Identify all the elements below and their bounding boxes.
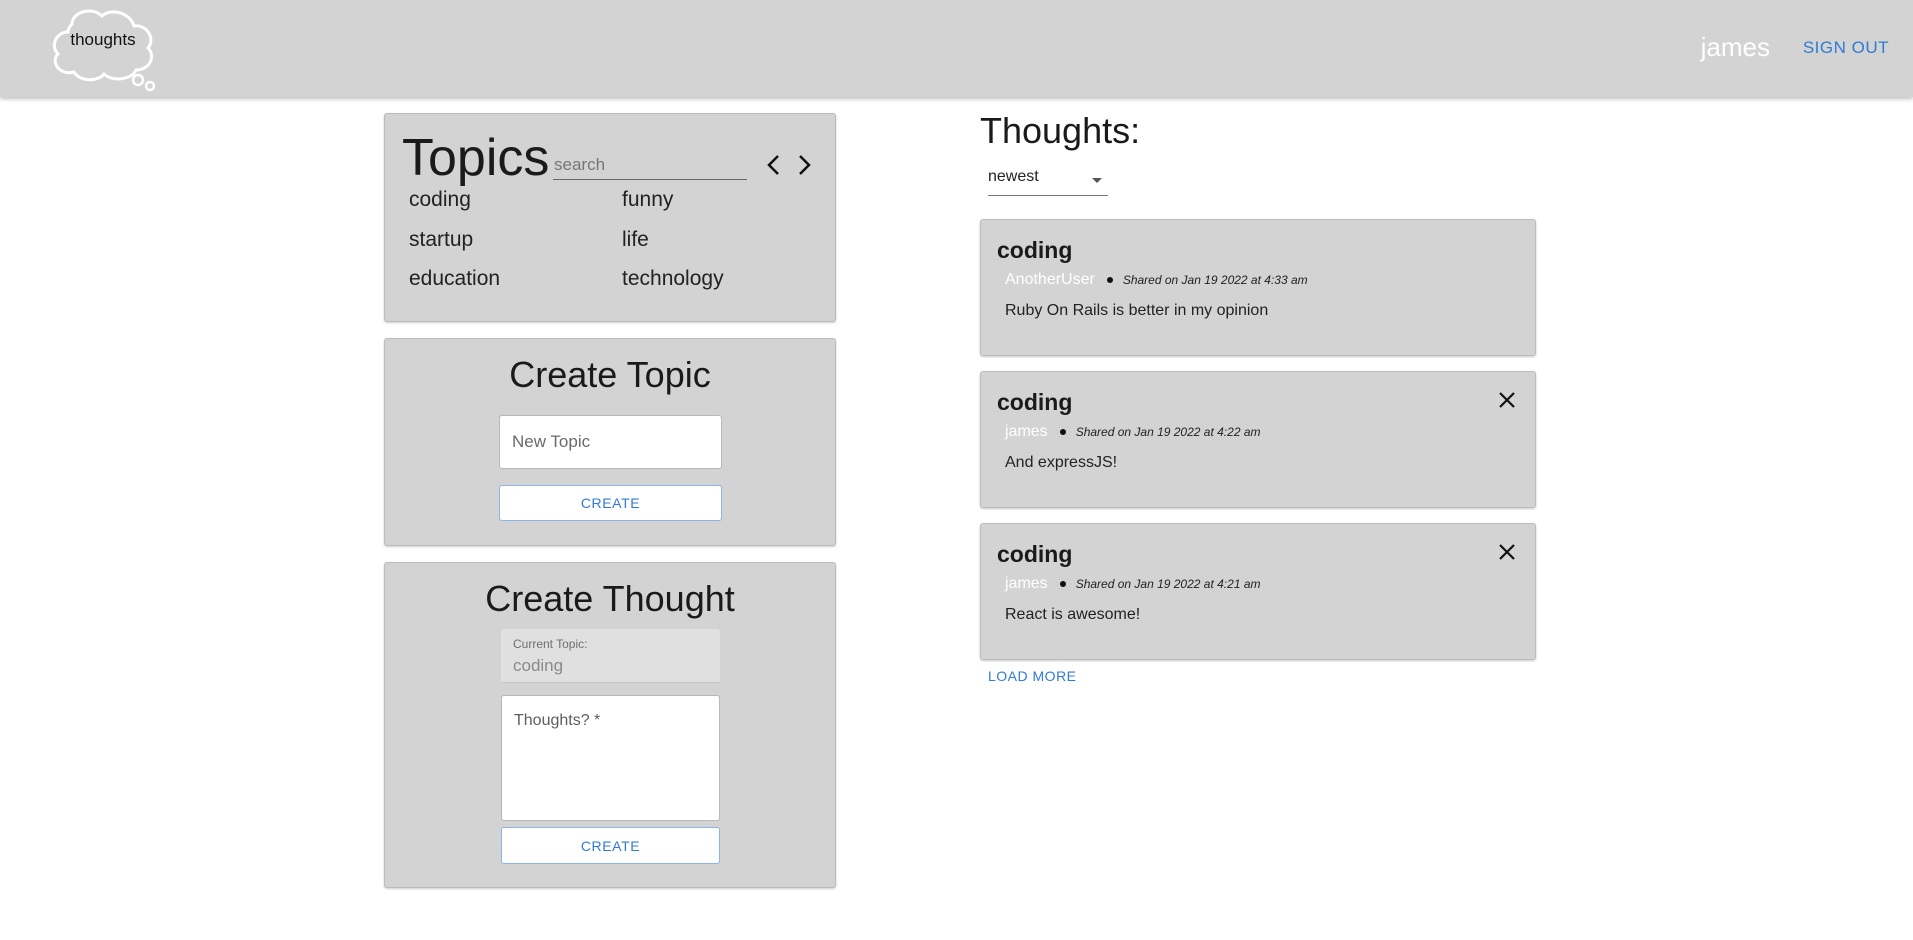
dropdown-arrow-icon xyxy=(1092,178,1102,183)
close-icon[interactable] xyxy=(1497,390,1517,410)
thought-author[interactable]: AnotherUser xyxy=(1005,271,1095,289)
thought-meta: AnotherUser Shared on Jan 19 2022 at 4:3… xyxy=(1005,271,1308,289)
chevron-left-icon[interactable] xyxy=(762,150,786,180)
topic-item-education[interactable]: education xyxy=(409,267,500,291)
logo[interactable]: thoughts xyxy=(48,2,160,92)
thought-text-input[interactable] xyxy=(501,695,720,821)
app-header: thoughts james SIGN OUT xyxy=(0,0,1913,97)
thought-topic[interactable]: coding xyxy=(997,541,1072,568)
thought-body: And expressJS! xyxy=(1005,454,1118,471)
create-topic-button[interactable]: CREATE xyxy=(499,485,722,521)
thought-card: coding james Shared on Jan 19 2022 at 4:… xyxy=(980,523,1536,660)
thought-meta: james Shared on Jan 19 2022 at 4:21 am xyxy=(1005,575,1261,593)
new-topic-input[interactable] xyxy=(499,415,722,469)
thought-topic[interactable]: coding xyxy=(997,237,1072,264)
current-topic-label: Current Topic: xyxy=(513,637,588,651)
create-topic-panel: Create Topic CREATE xyxy=(384,338,836,546)
current-topic-field: Current Topic: coding xyxy=(501,629,720,683)
topic-item-funny[interactable]: funny xyxy=(622,188,673,212)
thought-topic[interactable]: coding xyxy=(997,389,1072,416)
thought-body: React is awesome! xyxy=(1005,606,1141,623)
topic-search-input[interactable] xyxy=(553,150,747,180)
chevron-right-icon[interactable] xyxy=(792,150,816,180)
topics-title: Topics xyxy=(402,129,550,187)
logo-text: thoughts xyxy=(70,30,136,49)
thought-date: Shared on Jan 19 2022 at 4:22 am xyxy=(1075,425,1261,439)
create-thought-button[interactable]: CREATE xyxy=(501,827,720,864)
sort-selected-value: newest xyxy=(988,168,1039,185)
create-thought-panel: Create Thought Current Topic: coding CRE… xyxy=(384,562,836,888)
feed-title: Thoughts: xyxy=(980,110,1141,151)
topic-item-startup[interactable]: startup xyxy=(409,228,473,252)
thought-meta: james Shared on Jan 19 2022 at 4:22 am xyxy=(1005,423,1261,441)
topics-panel: Topics coding funny startup life educati… xyxy=(384,113,836,322)
sign-out-button[interactable]: SIGN OUT xyxy=(1803,38,1889,58)
topic-item-life[interactable]: life xyxy=(622,228,649,252)
create-thought-title: Create Thought xyxy=(485,578,735,619)
thought-date: Shared on Jan 19 2022 at 4:21 am xyxy=(1075,577,1261,591)
thought-author[interactable]: james xyxy=(1005,575,1048,593)
create-topic-title: Create Topic xyxy=(509,354,711,395)
topic-item-technology[interactable]: technology xyxy=(622,267,724,291)
thought-card: coding AnotherUser Shared on Jan 19 2022… xyxy=(980,219,1536,356)
close-icon[interactable] xyxy=(1497,542,1517,562)
current-user-name[interactable]: james xyxy=(1701,32,1770,63)
thought-body: Ruby On Rails is better in my opinion xyxy=(1005,302,1269,319)
separator-dot-icon xyxy=(1059,429,1066,435)
separator-dot-icon xyxy=(1059,581,1066,587)
topic-item-coding[interactable]: coding xyxy=(409,188,471,212)
thought-date: Shared on Jan 19 2022 at 4:33 am xyxy=(1122,273,1308,287)
thought-card: coding james Shared on Jan 19 2022 at 4:… xyxy=(980,371,1536,508)
separator-dot-icon xyxy=(1106,277,1113,283)
sort-select[interactable]: newest xyxy=(988,166,1108,196)
load-more-button[interactable]: LOAD MORE xyxy=(988,668,1077,684)
thought-author[interactable]: james xyxy=(1005,423,1048,441)
current-topic-value: coding xyxy=(513,656,564,675)
